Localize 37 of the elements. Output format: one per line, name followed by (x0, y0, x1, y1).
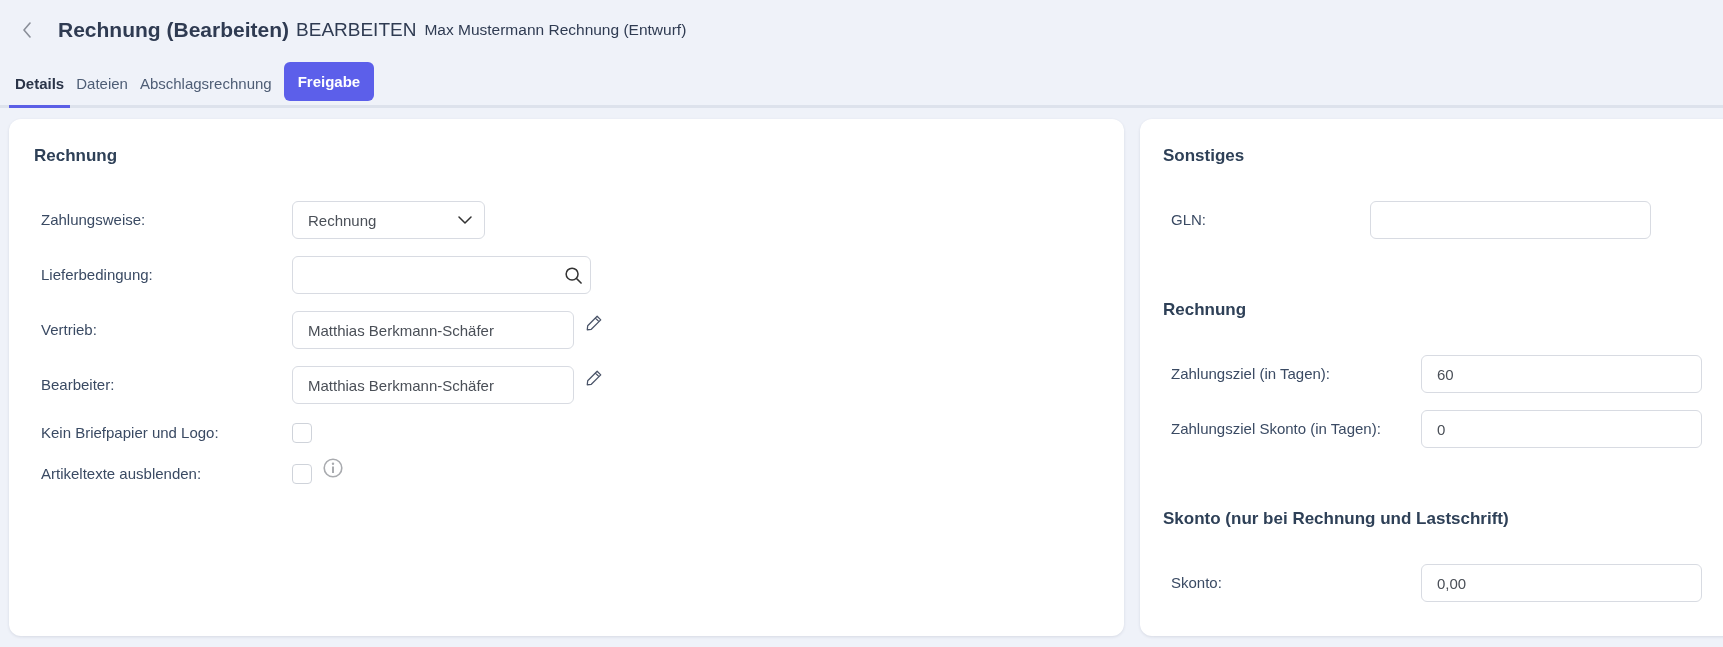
text-field[interactable]: Matthias Berkmann-Schäfer (292, 366, 574, 404)
tab[interactable]: Details (9, 64, 71, 108)
select-dropdown[interactable]: Rechnung (292, 201, 485, 239)
checkbox[interactable] (292, 423, 312, 443)
text-field[interactable]: Matthias Berkmann-Schäfer (292, 311, 574, 349)
pencil-icon[interactable] (585, 314, 603, 332)
release-button[interactable]: Freigabe (283, 62, 375, 101)
section-heading: Sonstiges (1163, 145, 1245, 167)
info-icon[interactable] (323, 458, 343, 478)
field-label: Artikeltexte ausblenden: (41, 465, 202, 482)
document-subtitle: Max Mustermann Rechnung (Entwurf) (424, 21, 687, 39)
field-label: Bearbeiter: (41, 376, 115, 393)
mode-label: BEARBEITEN (296, 19, 417, 41)
text-field[interactable] (1370, 201, 1651, 239)
page-title: Rechnung (Bearbeiten) (58, 18, 290, 42)
pencil-icon[interactable] (585, 369, 603, 387)
search-icon (565, 266, 582, 284)
checkbox[interactable] (292, 464, 312, 484)
field-label: Vertrieb: (41, 321, 97, 338)
field-label: Kein Briefpapier und Logo: (41, 424, 219, 441)
field-label: Skonto: (1171, 574, 1222, 591)
field-label: Zahlungsziel (in Tagen): (1171, 365, 1330, 382)
text-field[interactable]: 60 (1421, 355, 1702, 393)
field-label: Zahlungsweise: (41, 211, 146, 228)
back-icon[interactable] (22, 22, 32, 38)
search-field[interactable] (292, 256, 591, 294)
tab[interactable]: Abschlagsrechnung (133, 64, 278, 108)
text-field[interactable]: 0 (1421, 410, 1702, 448)
text-field[interactable]: 0,00 (1421, 564, 1702, 602)
field-label: Lieferbedingung: (41, 266, 153, 283)
section-heading: Skonto (nur bei Rechnung und Lastschrift) (1163, 508, 1509, 530)
section-heading: Rechnung (34, 145, 118, 167)
section-heading: Rechnung (1163, 299, 1247, 321)
field-label: GLN: (1171, 211, 1206, 228)
chevron-down-icon (458, 216, 472, 224)
field-label: Zahlungsziel Skonto (in Tagen): (1171, 420, 1381, 437)
tab[interactable]: Dateien (70, 64, 134, 108)
